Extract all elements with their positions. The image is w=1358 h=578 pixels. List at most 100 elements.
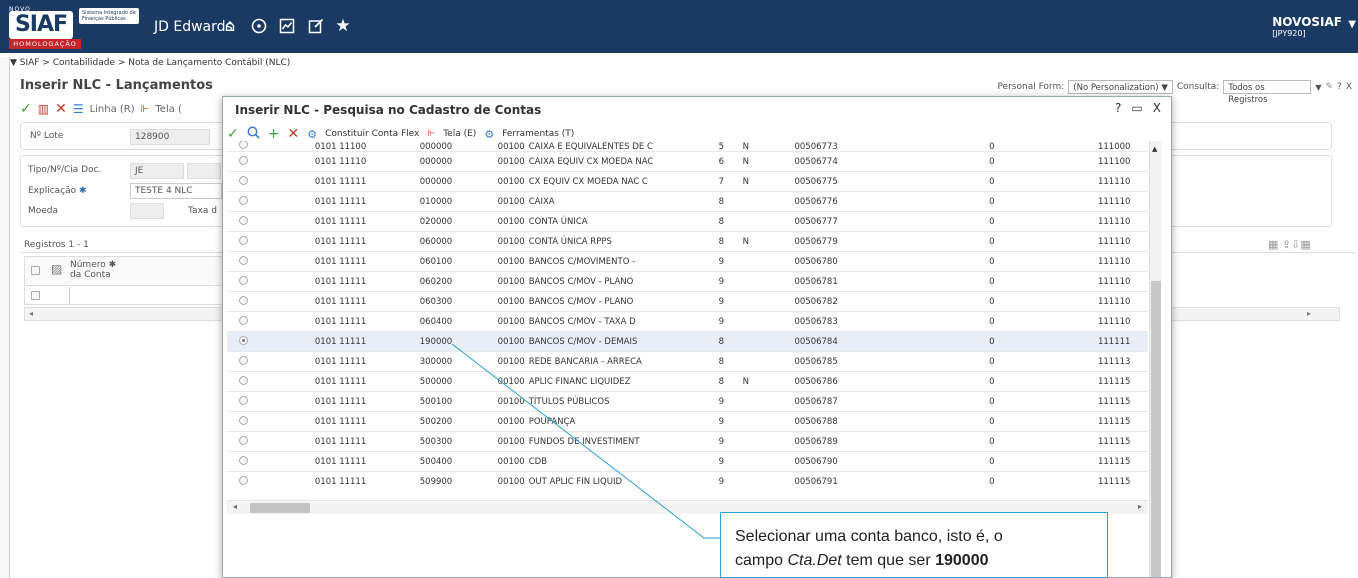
select-all-checkbox[interactable] (31, 266, 40, 275)
tela-menu[interactable]: Tela ( (155, 104, 182, 115)
close-icon[interactable]: X (1153, 101, 1161, 115)
screen-icon[interactable]: ⊩ (141, 104, 150, 115)
search-icon[interactable] (247, 126, 260, 143)
row-radio-button[interactable] (239, 335, 248, 345)
edit-icon[interactable] (305, 15, 327, 37)
row-radio-button[interactable] (239, 275, 248, 285)
table-row[interactable]: 0101 11111 060100 00100 BANCOS C/MOVIMENTO … (227, 251, 1148, 272)
table-row[interactable]: 0101 11111 010000 00100 CAIXA 8 00506776 0 1111… (227, 191, 1148, 212)
explicacao-field[interactable]: TESTE 4 NLC (130, 183, 222, 199)
table-row[interactable]: 0101 11111 060400 00100 BANCOS C/MOV - TAXA… (227, 311, 1148, 332)
table-row[interactable]: 0101 11111 060300 00100 BANCOS C/MOV - PLAN… (227, 291, 1148, 312)
table-row[interactable]: 0101 11111 300000 00100 REDE BANCARIA - ARR… (227, 351, 1148, 372)
chart-icon[interactable] (276, 15, 298, 37)
row-radio-button[interactable] (239, 215, 248, 225)
row-radio-button[interactable] (239, 375, 248, 385)
consulta-select[interactable]: Todos os Registros (1223, 80, 1312, 105)
row-radio-cell[interactable] (227, 231, 311, 252)
grid-export-icons[interactable]: ▦ ⇪⇩▦ (1268, 238, 1311, 251)
numero-doc-field[interactable] (187, 163, 221, 179)
table-row[interactable]: 0101 11111 500100 00100 TÍTULOS PÚBLICOS 9 00… (227, 391, 1148, 412)
numero-conta-cell[interactable] (69, 287, 225, 304)
ferramentas-menu[interactable]: Ferramentas (T) (502, 129, 574, 139)
grid-vertical-scrollbar[interactable]: ▲ (1149, 141, 1161, 577)
row-radio-button[interactable] (239, 195, 248, 205)
linha-menu[interactable]: Linha (R) (90, 104, 135, 115)
row-radio-cell[interactable] (227, 371, 311, 392)
row-radio-cell[interactable] (227, 311, 311, 332)
table-row[interactable]: 0101 11111 060000 00100 CONTA ÚNICA RPPS 8 N 0… (227, 231, 1148, 252)
row-radio-button[interactable] (239, 415, 248, 425)
row-radio-cell[interactable] (227, 141, 311, 152)
favorites-icon[interactable]: ★ (332, 15, 354, 37)
table-row[interactable]: 0101 11111 500200 00100 POUPANÇA 9 00506788 0 1… (227, 411, 1148, 432)
scroll-up-icon[interactable]: ▲ (1152, 145, 1157, 153)
row-radio-cell[interactable] (227, 271, 311, 292)
row-radio-button[interactable] (239, 455, 248, 465)
row-radio-cell[interactable] (227, 171, 311, 192)
scroll-thumb[interactable] (1151, 281, 1161, 577)
row-radio-button[interactable] (239, 355, 248, 365)
constituir-conta-flex-button[interactable]: Constituir Conta Flex (325, 129, 419, 139)
row-radio-cell[interactable] (227, 191, 311, 212)
row-radio-button[interactable] (239, 295, 248, 305)
row-radio-cell[interactable] (227, 291, 311, 312)
add-plus-icon[interactable]: + (268, 126, 280, 142)
row-radio-button[interactable] (239, 235, 248, 245)
row-lines-icon[interactable]: ☰ (73, 102, 84, 116)
row-radio-button[interactable] (239, 141, 248, 149)
row-radio-button[interactable] (239, 315, 248, 325)
scroll-thumb[interactable] (250, 503, 310, 513)
row-radio-cell[interactable] (227, 471, 311, 491)
tipo-doc-field[interactable]: JE (130, 163, 184, 179)
row-radio-button[interactable] (239, 175, 248, 185)
row-radio-button[interactable] (239, 435, 248, 445)
row-checkbox[interactable] (31, 291, 40, 300)
scroll-left-icon[interactable]: ◂ (233, 502, 237, 511)
cancel-x-icon[interactable]: ✕ (287, 126, 299, 142)
help-icon[interactable]: ? (1337, 82, 1342, 92)
row-radio-cell[interactable] (227, 411, 311, 432)
row-radio-button[interactable] (239, 395, 248, 405)
row-radio-cell[interactable] (227, 251, 311, 272)
table-row[interactable]: 0101 11111 500300 00100 FUNDOS DE INVESTIME… (227, 431, 1148, 452)
table-row[interactable]: 0101 11111 020000 00100 CONTA ÚNICA 8 0050677… (227, 211, 1148, 232)
table-row[interactable]: 0101 11100 000000 00100 CAIXA E EQUIVALENTE… (227, 141, 1148, 152)
tela-menu[interactable]: Tela (E) (443, 129, 476, 139)
help-icon[interactable]: ? (1115, 101, 1121, 115)
close-icon[interactable]: X (1346, 82, 1352, 92)
user-menu[interactable]: NOVOSIAF [JPY920] ▼ (1272, 15, 1356, 38)
table-row[interactable]: 0101 11111 500400 00100 CDB 9 00506790 0 111115 (227, 451, 1148, 472)
row-radio-cell[interactable] (227, 391, 311, 412)
row-radio-button[interactable] (239, 155, 248, 165)
cancel-x-icon[interactable]: ✕ (55, 101, 67, 117)
home-icon[interactable]: ⌂ (219, 15, 241, 37)
scroll-left-icon[interactable]: ◂ (29, 309, 33, 318)
column-numero-conta[interactable]: Número ✱ da Conta (70, 260, 116, 280)
moeda-field[interactable] (130, 203, 164, 219)
row-radio-cell[interactable] (227, 351, 311, 372)
scroll-right-icon[interactable]: ▸ (1138, 502, 1142, 511)
attachment-icon[interactable]: ▨ (51, 262, 62, 276)
row-radio-button[interactable] (239, 475, 248, 485)
row-radio-cell[interactable] (227, 211, 311, 232)
personal-form-select[interactable]: (No Personalization) ▼ (1068, 80, 1173, 94)
maximize-icon[interactable]: ▭ (1131, 101, 1142, 115)
row-radio-cell[interactable] (227, 451, 311, 472)
scroll-right-icon[interactable]: ▸ (1307, 309, 1311, 318)
row-radio-cell[interactable] (227, 431, 311, 452)
ok-check-icon[interactable]: ✓ (20, 101, 32, 117)
recent-icon[interactable] (248, 15, 270, 37)
siaf-logo[interactable]: NOVO SIAF HOMOLOGAÇÃO Sistema Integrado … (9, 6, 141, 49)
table-row[interactable]: 0101 11111 000000 00100 CX EQUIV CX MOEDA N… (227, 171, 1148, 192)
row-radio-cell[interactable] (227, 331, 311, 352)
table-row[interactable]: 0101 11111 190000 00100 BANCOS C/MOV - DEMA… (227, 331, 1148, 352)
row-radio-cell[interactable] (227, 151, 311, 172)
delete-trash-icon[interactable]: ▥ (38, 102, 49, 116)
pencil-icon[interactable]: ✎ (1326, 82, 1334, 92)
table-row[interactable]: 0101 11111 060200 00100 BANCOS C/MOV - PLAN… (227, 271, 1148, 292)
table-row[interactable]: 0101 11110 000000 00100 CAIXA EQUIV CX MOED… (227, 151, 1148, 172)
row-radio-button[interactable] (239, 255, 248, 265)
caret-down-icon[interactable]: ▼ (1315, 83, 1321, 92)
caret-down-icon[interactable]: ▼ (1348, 19, 1356, 30)
